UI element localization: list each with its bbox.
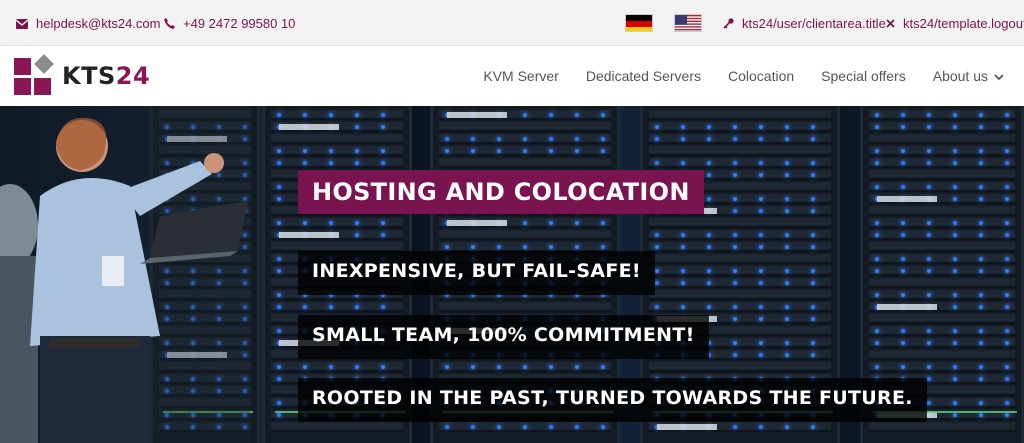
nav-item-about-us[interactable]: About us — [933, 68, 1004, 84]
main-nav: KVM Server Dedicated Servers Colocation … — [456, 68, 1004, 84]
flag-us-icon[interactable] — [674, 14, 702, 32]
nav-item-label: About us — [932, 68, 988, 84]
hero-headline: HOSTING AND COLOCATION — [298, 170, 704, 214]
logo-text: KTS24 — [62, 62, 150, 90]
logo-text-suffix: 24 — [115, 62, 151, 90]
logout-text: kts24/template.logout — [903, 16, 1024, 31]
hero-line-1: INEXPENSIVE, BUT FAIL-SAFE! — [298, 251, 655, 295]
top-bar: helpdesk@kts24.com +49 2472 99580 10 kts… — [0, 0, 1024, 46]
logo-text-prefix: KTS — [62, 62, 116, 90]
nav-item-kvm-server[interactable]: KVM Server — [483, 68, 558, 84]
phone-icon — [164, 18, 175, 29]
key-icon — [723, 18, 734, 29]
nav-item-label: Colocation — [728, 68, 795, 84]
logout-link[interactable]: kts24/template.logout — [886, 16, 1024, 31]
logo-mark-icon — [14, 54, 54, 96]
nav-item-dedicated-servers[interactable]: Dedicated Servers — [586, 68, 701, 84]
phone-text: +49 2472 99580 10 — [183, 16, 296, 31]
main-header: KTS24 KVM Server Dedicated Servers Coloc… — [0, 46, 1024, 106]
nav-item-label: KVM Server — [483, 68, 559, 84]
logo[interactable]: KTS24 — [14, 54, 164, 98]
nav-item-label: Dedicated Servers — [585, 68, 701, 84]
nav-item-special-offers[interactable]: Special offers — [821, 68, 906, 84]
email-text: helpdesk@kts24.com — [36, 16, 161, 31]
technicians-image — [0, 106, 250, 443]
hero-banner: HOSTING AND COLOCATION INEXPENSIVE, BUT … — [0, 106, 1024, 443]
flag-de-icon[interactable] — [625, 14, 653, 32]
chevron-down-icon — [994, 68, 1004, 84]
envelope-icon — [16, 18, 28, 29]
email-link[interactable]: helpdesk@kts24.com — [16, 16, 160, 31]
nav-item-colocation[interactable]: Colocation — [728, 68, 794, 84]
hero-line-3: ROOTED IN THE PAST, TURNED TOWARDS THE F… — [298, 378, 927, 422]
nav-item-label: Special offers — [821, 68, 906, 84]
clientarea-link[interactable]: kts24/user/clientarea.title — [723, 16, 886, 31]
phone-link[interactable]: +49 2472 99580 10 — [164, 16, 295, 31]
clientarea-text: kts24/user/clientarea.title — [742, 16, 886, 31]
hero-line-2: SMALL TEAM, 100% COMMITMENT! — [298, 315, 709, 359]
close-icon — [886, 19, 895, 28]
